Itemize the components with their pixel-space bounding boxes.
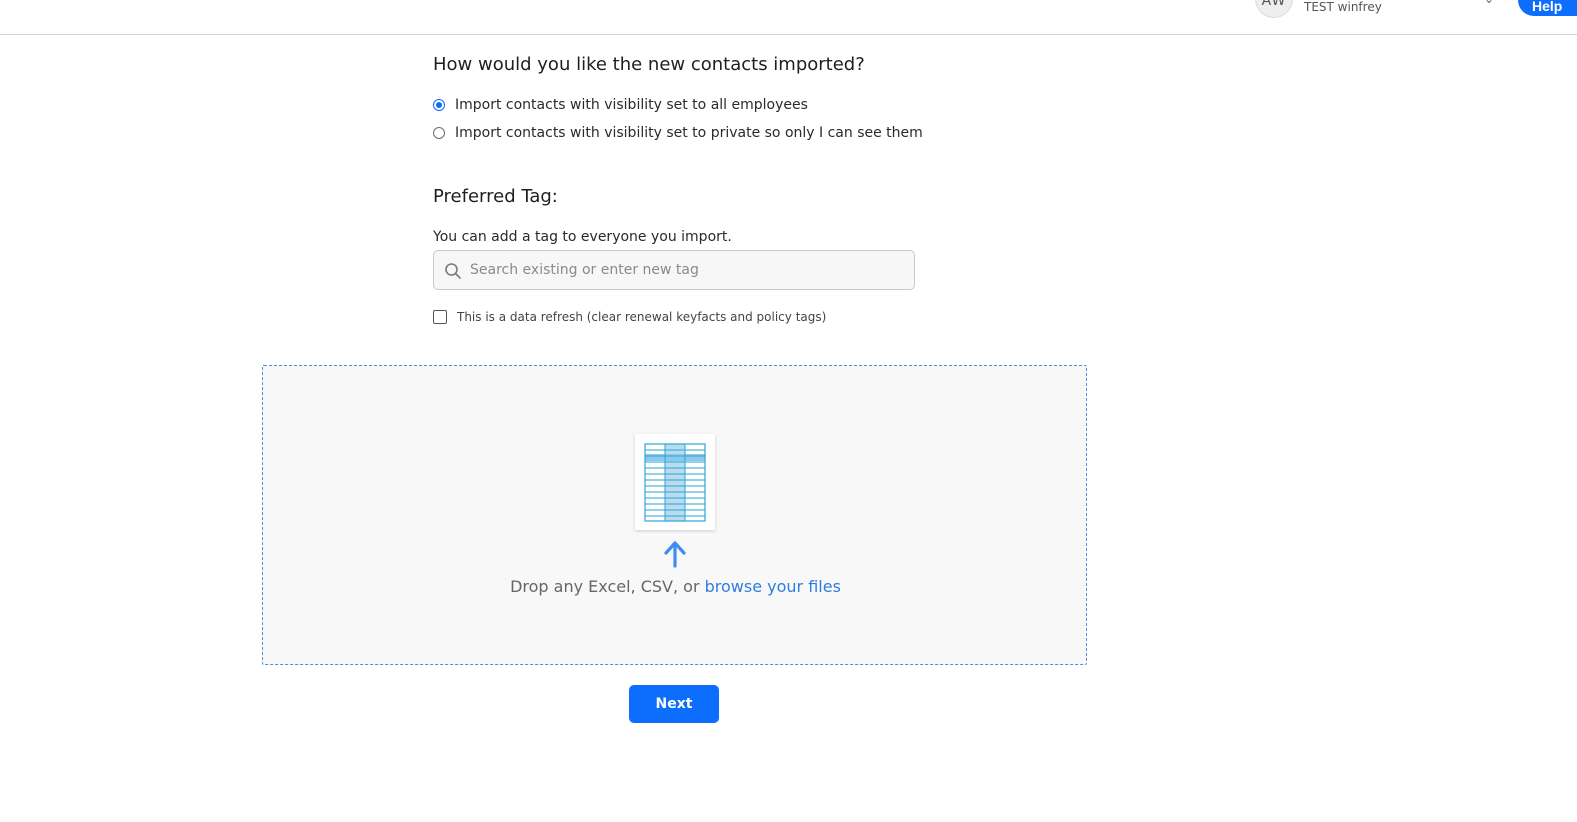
radio-private[interactable] [433,127,445,139]
tag-search-field[interactable] [433,250,915,290]
radio-label-private: Import contacts with visibility set to p… [455,125,923,141]
upload-arrow-icon [664,541,686,568]
tag-help-text: You can add a tag to everyone you import… [433,229,732,245]
preferred-tag-title: Preferred Tag: [433,186,558,207]
browse-files-link[interactable]: browse your files [705,577,841,596]
top-header: AW TEST winfrey ⌄ Help [0,0,1577,35]
visibility-option-all-employees[interactable]: Import contacts with visibility set to a… [433,97,808,113]
user-name[interactable]: TEST winfrey [1304,0,1382,14]
data-refresh-checkbox[interactable] [433,310,447,324]
drop-instructions: Drop any Excel, CSV, or browse your file… [263,577,1088,596]
visibility-option-private[interactable]: Import contacts with visibility set to p… [433,125,923,141]
radio-all-employees[interactable] [433,99,445,111]
data-refresh-label: This is a data refresh (clear renewal ke… [457,310,827,324]
visibility-question: How would you like the new contacts impo… [433,54,865,75]
help-button[interactable]: Help [1518,0,1577,16]
drop-text: Drop any Excel, CSV, or [510,577,705,596]
radio-label-all-employees: Import contacts with visibility set to a… [455,97,808,113]
user-avatar[interactable]: AW [1255,0,1293,18]
search-icon [445,263,461,279]
avatar-initials: AW [1261,0,1287,9]
chevron-down-icon[interactable]: ⌄ [1484,0,1494,6]
spreadsheet-icon [635,434,715,530]
data-refresh-option[interactable]: This is a data refresh (clear renewal ke… [433,310,826,324]
next-button[interactable]: Next [629,685,719,723]
file-drop-zone[interactable]: Drop any Excel, CSV, or browse your file… [262,365,1087,665]
tag-search-input[interactable] [468,251,908,289]
